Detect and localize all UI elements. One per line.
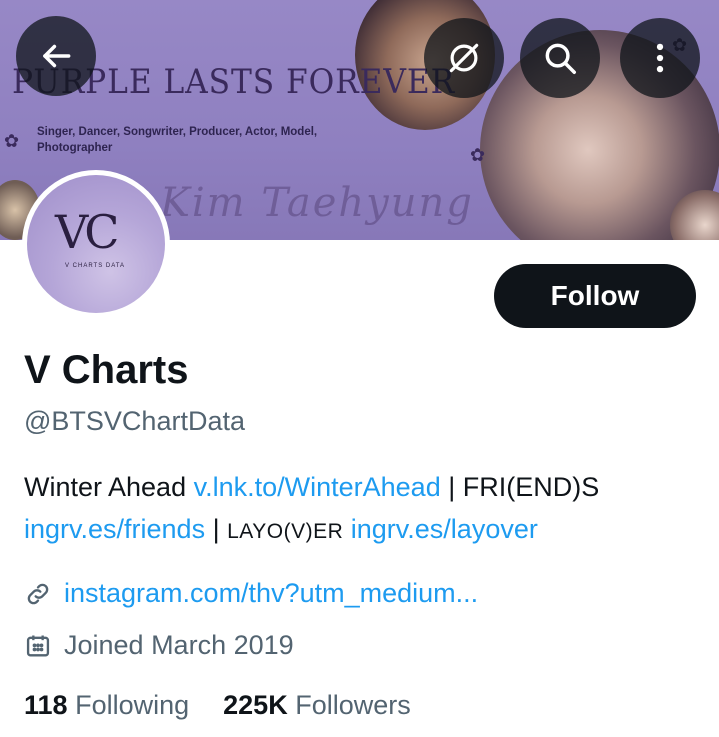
followers-count: 225K — [223, 690, 288, 720]
link-icon — [27, 583, 49, 604]
follow-button[interactable]: Follow — [494, 264, 696, 328]
following-stat[interactable]: 118 Following — [24, 690, 189, 721]
calendar-icon — [26, 635, 50, 656]
profile-website-row: instagram.com/thv?utm_medium... — [24, 578, 478, 609]
profile-joined-row: Joined March 2019 — [24, 630, 294, 661]
profile-joined-date: Joined March 2019 — [64, 630, 294, 660]
banner-subtitle: Singer, Dancer, Songwriter, Producer, Ac… — [37, 126, 318, 154]
grok-icon — [449, 43, 479, 73]
bio-layover-text: LAYO(V)ER — [227, 520, 344, 543]
profile-bio: Winter Ahead v.lnk.to/WinterAhead | FRI(… — [24, 466, 704, 553]
avatar-caption: V CHARTS DATA — [65, 263, 126, 269]
following-count: 118 — [24, 690, 68, 720]
profile-website-link[interactable]: instagram.com/thv?utm_medium... — [64, 578, 478, 609]
bio-text: | FRI(END)S — [440, 472, 600, 502]
banner-script-text: Kim Taehyung — [160, 180, 474, 226]
avatar[interactable]: VC V CHARTS DATA — [22, 170, 170, 318]
followers-label: Followers — [295, 690, 411, 720]
following-label: Following — [75, 690, 190, 720]
search-button[interactable] — [520, 18, 600, 98]
bio-link-layover[interactable]: ingrv.es/layover — [351, 514, 538, 544]
more-vertical-icon — [656, 43, 664, 73]
more-button[interactable] — [620, 18, 700, 98]
followers-stat[interactable]: 225K Followers — [223, 690, 411, 721]
arrow-left-icon — [43, 44, 71, 68]
back-button[interactable] — [16, 16, 96, 96]
avatar-monogram: VC — [55, 205, 119, 259]
bio-link-friends[interactable]: ingrv.es/friends — [24, 514, 205, 544]
bio-text: Winter Ahead — [24, 472, 194, 502]
bio-text: | — [205, 514, 228, 544]
flower-icon: ✿ — [470, 145, 486, 165]
profile-stats: 118 Following 225K Followers — [24, 690, 445, 721]
bio-link-winter-ahead[interactable]: v.lnk.to/WinterAhead — [194, 472, 441, 502]
profile-handle: @BTSVChartData — [24, 406, 245, 436]
avatar-image: VC V CHARTS DATA — [27, 175, 165, 313]
grok-button[interactable] — [424, 18, 504, 98]
profile-name: V Charts — [24, 348, 189, 392]
flower-icon: ✿ — [4, 131, 20, 151]
search-icon — [545, 43, 576, 74]
